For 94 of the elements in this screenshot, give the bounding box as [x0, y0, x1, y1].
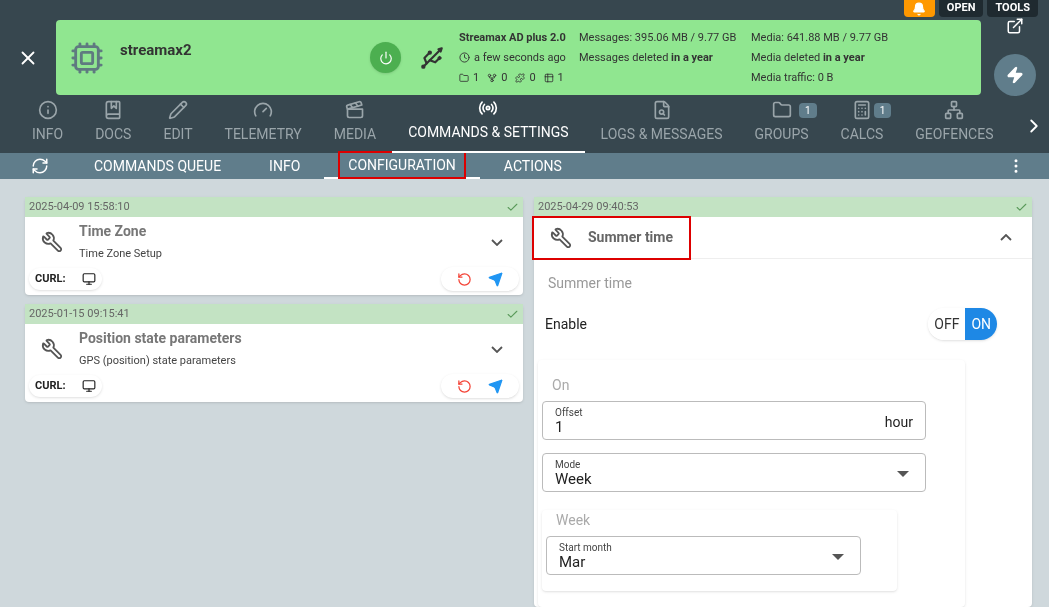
bell-icon — [912, 1, 927, 16]
nav-tab[interactable]: MEDIA — [317, 98, 393, 153]
send-icon[interactable] — [488, 271, 503, 287]
field-label: Offset — [555, 407, 584, 419]
sub-tab[interactable]: CONFIGURATION — [324, 153, 480, 179]
timestamp: 2025-04-09 15:58:10 — [29, 198, 130, 215]
pencil-icon — [167, 100, 188, 120]
clapperboard-icon — [344, 100, 365, 120]
counter-value: 1 — [473, 69, 480, 86]
count-badge: 1 — [873, 103, 892, 118]
expand-button[interactable] — [491, 238, 503, 246]
alert-button[interactable] — [903, 0, 935, 17]
top-button[interactable]: TOOLS — [987, 0, 1038, 17]
select-field[interactable]: Start month Mar — [546, 536, 861, 575]
info-icon — [37, 100, 58, 120]
counter-value: 0 — [501, 69, 508, 86]
folder-icon — [459, 72, 469, 83]
nav-tab[interactable]: CALCS 1 — [824, 98, 900, 153]
media-retention: Media deleted in a year — [751, 49, 866, 66]
nav-tab[interactable]: GROUPS 1 — [738, 98, 825, 153]
wrench-icon — [550, 226, 572, 249]
top-button[interactable]: OPEN — [938, 0, 984, 17]
nav-tab[interactable]: LOGS & MESSAGES — [584, 98, 739, 153]
monitor-icon — [81, 379, 96, 393]
card-title: Position state parameters — [79, 329, 243, 349]
dropdown-icon — [897, 471, 909, 477]
wrench-icon — [41, 338, 63, 360]
nav-tab[interactable]: EDIT — [147, 98, 209, 153]
reset-icon[interactable] — [457, 271, 472, 287]
media-traffic: Media traffic: 0 B — [751, 69, 835, 86]
sub-tab[interactable]: COMMANDS QUEUE — [70, 153, 246, 179]
lightning-button[interactable] — [994, 54, 1036, 96]
toggle-label: Enable — [545, 314, 587, 334]
count-badge: 1 — [798, 103, 817, 118]
device-name: streamax2 — [120, 40, 192, 59]
plug-icon — [419, 44, 445, 71]
messages-retention: Messages deleted in a year — [579, 49, 714, 66]
group-title: Week — [556, 511, 592, 530]
branch-icon — [487, 72, 498, 83]
send-icon[interactable] — [488, 378, 503, 394]
field-label: Mode — [555, 459, 582, 471]
on-option: ON — [965, 308, 997, 340]
group-title: On — [552, 376, 571, 395]
field-label: Start month — [559, 542, 613, 554]
wrench-icon — [41, 231, 63, 253]
chevron-icon — [491, 238, 503, 246]
network-icon — [944, 100, 965, 120]
field-value: 1 — [555, 419, 565, 435]
last-seen: a few seconds ago — [474, 49, 566, 66]
sub-tab[interactable]: ACTIONS — [479, 153, 586, 179]
collapse-button[interactable] — [1000, 234, 1012, 241]
card-title: Summer time — [588, 228, 673, 247]
nav-tab[interactable]: GEOFENCES — [899, 98, 1010, 153]
select-field[interactable]: Mode Week — [542, 453, 926, 492]
puzzle-icon — [515, 72, 526, 83]
device-model: Streamax AD plus 2.0 — [459, 29, 567, 46]
field-value: Mar — [559, 554, 587, 570]
curl-button[interactable]: CURL: — [29, 268, 102, 290]
section-title: Summer time — [548, 274, 633, 293]
messages-usage: Messages: 395.06 MB / 9.77 GB — [579, 29, 738, 46]
power-icon — [378, 50, 393, 65]
timestamp: 2025-01-15 09:15:41 — [29, 305, 130, 322]
nav-tab[interactable]: TELEMETRY — [208, 98, 318, 153]
nav-tab[interactable]: DOCS — [79, 98, 148, 153]
chevron-icon — [1000, 234, 1012, 241]
reset-icon[interactable] — [457, 378, 472, 394]
field-value: Week — [555, 471, 593, 487]
unit-label: hour — [884, 413, 913, 432]
folder-icon — [771, 100, 792, 120]
external-link-icon[interactable] — [1006, 17, 1024, 35]
card-subtitle: GPS (position) state parameters — [79, 353, 237, 370]
on-off-toggle[interactable]: OFF ON — [928, 308, 997, 340]
bookmark-icon — [103, 100, 124, 120]
counter-value: 1 — [557, 69, 564, 86]
chip-icon — [70, 40, 104, 75]
card-subtitle: Time Zone Setup — [79, 246, 164, 263]
lightning-icon — [1006, 66, 1024, 84]
counter-value: 0 — [529, 69, 536, 86]
timestamp: 2025-04-29 09:40:53 — [538, 198, 639, 215]
sub-tab[interactable]: INFO — [245, 153, 325, 179]
input-field[interactable]: Offset 1 hour — [542, 401, 926, 440]
grid-icon — [543, 72, 554, 83]
card-title: Time Zone — [79, 222, 148, 242]
curl-button[interactable]: CURL: — [29, 375, 102, 397]
nav-tab[interactable]: INFO — [16, 98, 80, 153]
gauge-icon — [253, 100, 274, 120]
refresh-icon[interactable] — [31, 157, 49, 175]
chevron-icon — [491, 345, 503, 353]
expand-button[interactable] — [491, 345, 503, 353]
dropdown-icon — [832, 554, 844, 560]
media-usage: Media: 641.88 MB / 9.77 GB — [751, 29, 889, 46]
off-option: OFF — [928, 308, 966, 340]
monitor-icon — [81, 272, 96, 286]
clock-icon — [459, 52, 470, 63]
